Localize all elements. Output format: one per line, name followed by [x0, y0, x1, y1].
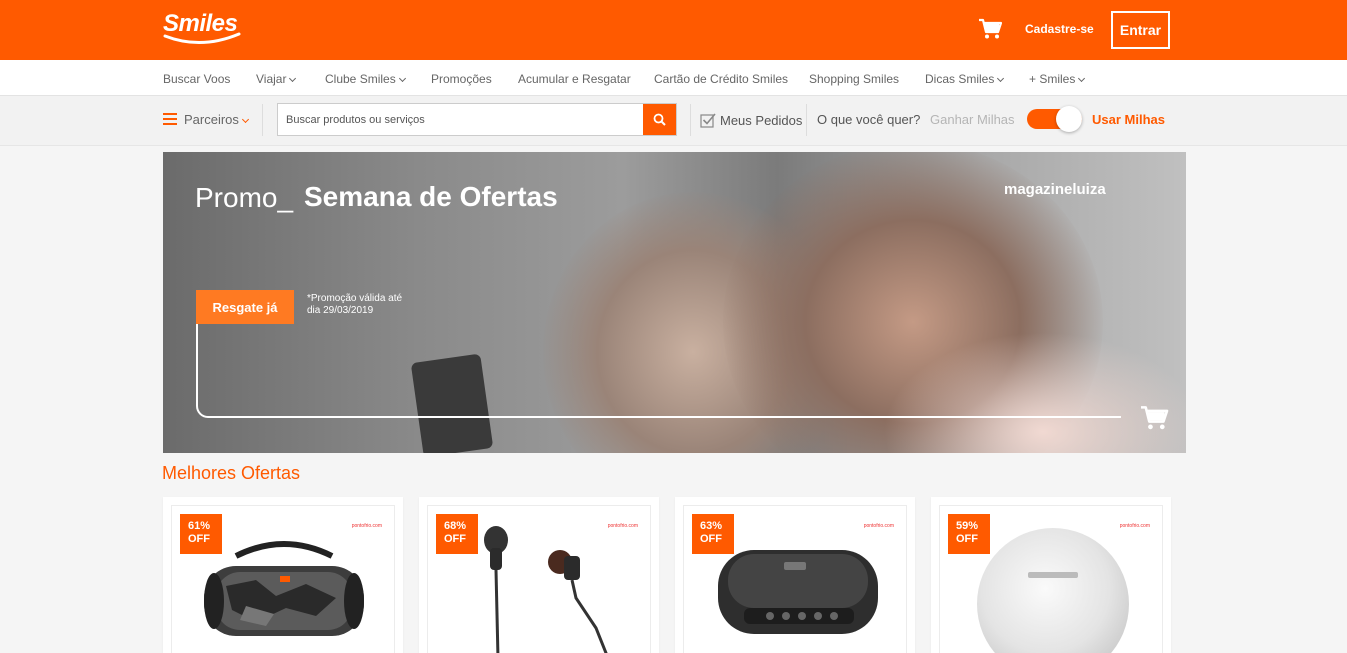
nav-label: Cartão de Crédito Smiles: [654, 72, 789, 86]
signup-link[interactable]: Cadastre-se: [1025, 22, 1094, 36]
nav-label: Promoções: [431, 72, 492, 86]
discount-value: 68%: [444, 520, 467, 532]
offer-card[interactable]: 59% OFF pontofrio.com: [931, 497, 1171, 653]
divider: [806, 104, 807, 136]
my-orders-label: Meus Pedidos: [720, 112, 803, 128]
earn-miles-option[interactable]: Ganhar Milhas: [930, 112, 1015, 127]
banner-frame-line: [196, 310, 1121, 418]
menu-icon[interactable]: [163, 113, 177, 125]
banner-promo-label: Promo_: [195, 182, 294, 213]
chevron-down-icon: [997, 74, 1005, 83]
divider: [690, 104, 691, 136]
shopping-toolbar: Parceiros Meus Pedidos O que você quer? …: [0, 96, 1347, 146]
discount-off: OFF: [444, 533, 466, 545]
promo-banner[interactable]: Promo_ Semana de Ofertas magazineluiza R…: [163, 152, 1186, 453]
use-miles-option[interactable]: Usar Milhas: [1092, 112, 1165, 127]
speaker-product-image: [204, 541, 364, 636]
banner-note: *Promoção válida até dia 29/03/2019: [307, 293, 403, 316]
nav-clube-smiles[interactable]: Clube Smiles: [325, 72, 406, 86]
offer-card[interactable]: 68% OFF pontofrio.com: [419, 497, 659, 653]
search-icon: [653, 113, 666, 126]
chevron-down-icon: [289, 74, 297, 83]
nav-buscar-voos[interactable]: Buscar Voos: [163, 72, 230, 86]
partners-dropdown[interactable]: Parceiros: [184, 112, 249, 127]
nav-label: Viajar: [256, 72, 287, 86]
nav-cartao-credito[interactable]: Cartão de Crédito Smiles: [654, 72, 788, 86]
cart-icon[interactable]: [978, 18, 1002, 40]
my-orders-link[interactable]: Meus Pedidos: [700, 112, 802, 128]
search-box: [277, 103, 677, 136]
offer-card-inner: 63% OFF pontofrio.com: [683, 505, 907, 653]
nav-dicas-smiles[interactable]: Dicas Smiles: [925, 72, 1005, 86]
banner-brand-logo: magazineluiza: [1004, 181, 1106, 198]
login-button[interactable]: Entrar: [1111, 11, 1170, 49]
nav-label: Dicas Smiles: [925, 72, 995, 86]
speakerphone-product-image: [718, 550, 878, 634]
store-logo: pontofrio.com: [863, 523, 894, 529]
offer-card-inner: 61% OFF pontofrio.com: [171, 505, 395, 653]
logo-smile-icon: [163, 32, 241, 45]
smiles-logo[interactable]: Smiles: [163, 10, 243, 46]
discount-value: 63%: [700, 520, 723, 532]
offer-card[interactable]: 63% OFF pontofrio.com: [675, 497, 915, 653]
earphones-product-image: [484, 526, 608, 653]
discount-value: 61%: [188, 520, 211, 532]
nav-viajar[interactable]: Viajar: [256, 72, 297, 86]
round-speaker-product-image: [977, 528, 1129, 653]
main-nav: Buscar Voos Viajar Clube Smiles Promoçõe…: [0, 60, 1347, 96]
toggle-knob: [1056, 106, 1082, 132]
nav-label: Buscar Voos: [163, 72, 231, 86]
offer-card-inner: 59% OFF pontofrio.com: [939, 505, 1163, 653]
question-label: O que você quer?: [817, 112, 921, 127]
offer-card-inner: 68% OFF pontofrio.com: [427, 505, 651, 653]
nav-mais-smiles[interactable]: + Smiles: [1029, 72, 1086, 86]
chevron-down-icon: [398, 74, 406, 83]
store-logo: pontofrio.com: [351, 523, 382, 529]
chevron-down-icon: [1078, 74, 1086, 83]
offer-card[interactable]: 61% OFF pontofrio.com: [163, 497, 403, 653]
nav-shopping-smiles[interactable]: Shopping Smiles: [809, 72, 899, 86]
search-button[interactable]: [643, 104, 676, 135]
top-bar: Smiles Cadastre-se Entrar: [0, 0, 1347, 60]
banner-cart-icon: [1141, 406, 1169, 430]
partners-label: Parceiros: [184, 112, 239, 127]
best-offers-title: Melhores Ofertas: [162, 463, 301, 483]
nav-label: + Smiles: [1029, 72, 1076, 86]
redeem-now-button[interactable]: Resgate já: [196, 290, 294, 324]
checkbox-icon: [700, 113, 716, 128]
search-input[interactable]: [278, 104, 644, 135]
miles-toggle[interactable]: [1027, 106, 1082, 132]
nav-promocoes[interactable]: Promoções: [431, 72, 492, 86]
nav-acumular-resgatar[interactable]: Acumular e Resgatar: [518, 72, 631, 86]
nav-label: Acumular e Resgatar: [518, 72, 631, 86]
nav-label: Clube Smiles: [325, 72, 396, 86]
banner-title: Semana de Ofertas: [304, 181, 558, 212]
chevron-down-icon: [241, 115, 249, 124]
divider: [262, 104, 263, 136]
nav-label: Shopping Smiles: [809, 72, 900, 86]
